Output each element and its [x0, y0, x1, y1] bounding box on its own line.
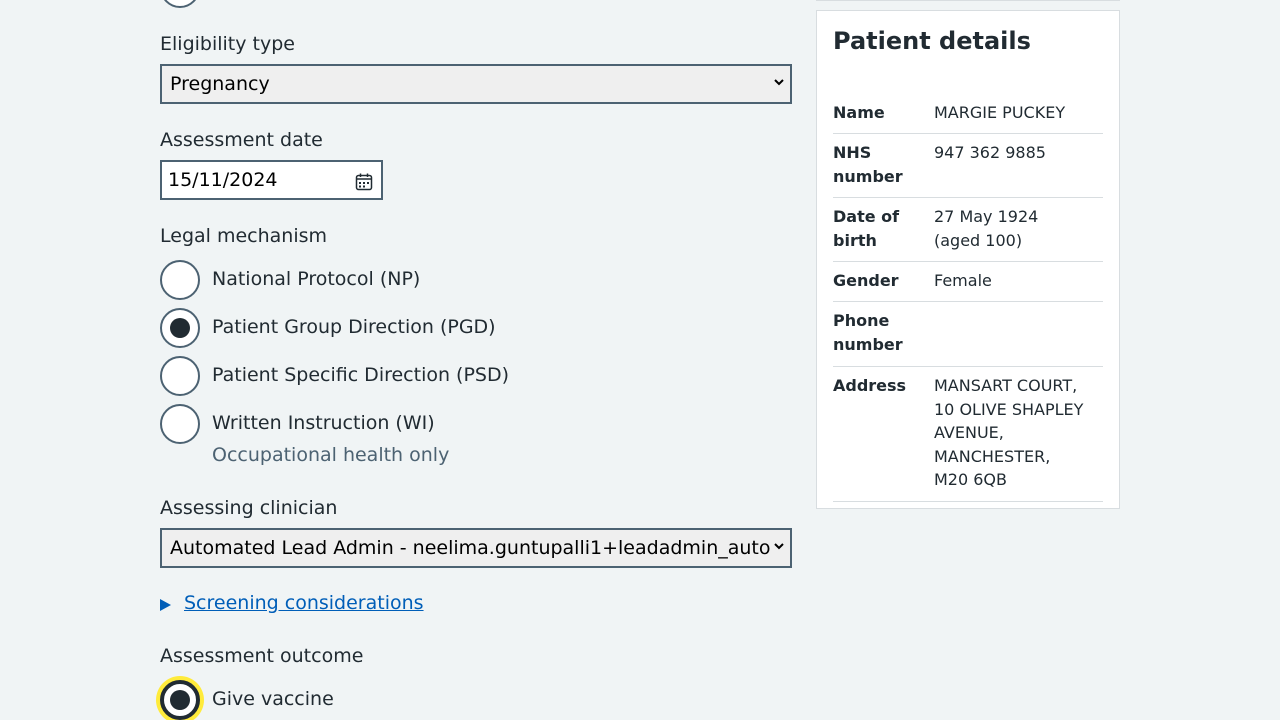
radio-label: National Protocol (NP) [212, 268, 421, 290]
assessing-clinician-value: Automated Lead Admin - neelima.guntupall… [170, 537, 770, 559]
radio-label: Written Instruction (WI) [212, 412, 435, 434]
patient-row-dob: Date of birth 27 May 1924 (aged 100) [833, 198, 1103, 262]
radio-button[interactable] [160, 680, 200, 720]
assessment-date-label: Assessment date [160, 129, 323, 151]
row-value: MARGIE PUCKEY [934, 103, 1066, 122]
patient-row-address: Address MANSART COURT, 10 OLIVE SHAPLEY … [833, 367, 1103, 502]
radio-label: Give vaccine [212, 688, 334, 710]
row-key: Date of birth [833, 207, 900, 250]
chevron-down-icon [774, 543, 784, 550]
row-key: Gender [833, 271, 899, 290]
previous-panel-edge [816, 0, 1120, 1]
radio-button[interactable] [160, 260, 200, 300]
radio-selected-dot [170, 690, 190, 710]
row-value: 947 362 9885 [934, 143, 1046, 162]
row-key: Address [833, 376, 907, 395]
patient-row-gender: Gender Female [833, 262, 1103, 302]
row-value: MANSART COURT, 10 OLIVE SHAPLEY AVENUE, … [934, 376, 1084, 489]
patient-details-list: Name MARGIE PUCKEY NHS number 947 362 98… [833, 89, 1103, 502]
expand-triangle-icon [160, 599, 171, 611]
previous-radio[interactable] [160, 0, 200, 8]
radio-selected-dot [170, 318, 190, 338]
assessment-date-input[interactable]: 15/11/2024 [160, 160, 383, 200]
eligibility-type-value: Pregnancy [170, 73, 270, 95]
radio-label: Patient Group Direction (PGD) [212, 316, 496, 338]
screening-considerations-details[interactable]: Screening considerations [160, 592, 424, 614]
eligibility-type-select[interactable]: Pregnancy [160, 64, 792, 104]
row-key: NHS number [833, 143, 903, 186]
row-value: Female [934, 271, 992, 290]
legal-mechanism-label: Legal mechanism [160, 225, 328, 247]
screening-considerations-link[interactable]: Screening considerations [184, 592, 424, 614]
assessment-date-value: 15/11/2024 [168, 169, 278, 191]
wi-hint: Occupational health only [212, 444, 450, 466]
row-value: 27 May 1924 (aged 100) [934, 207, 1039, 250]
patient-row-phone: Phone number [833, 302, 1103, 367]
calendar-icon[interactable] [355, 173, 373, 191]
patient-details-panel: Patient details Name MARGIE PUCKEY NHS n… [816, 10, 1120, 509]
patient-details-title: Patient details [833, 27, 1031, 55]
chevron-down-icon [774, 79, 784, 86]
patient-row-name: Name MARGIE PUCKEY [833, 89, 1103, 134]
radio-label: Patient Specific Direction (PSD) [212, 364, 510, 386]
assessment-outcome-label: Assessment outcome [160, 645, 364, 667]
radio-button[interactable] [160, 404, 200, 444]
row-value [934, 309, 1103, 366]
assessing-clinician-label: Assessing clinician [160, 497, 338, 519]
patient-row-nhs-number: NHS number 947 362 9885 [833, 134, 1103, 198]
row-key: Phone number [833, 311, 903, 354]
radio-button[interactable] [160, 308, 200, 348]
eligibility-type-label: Eligibility type [160, 33, 295, 55]
row-key: Name [833, 103, 885, 122]
radio-button[interactable] [160, 356, 200, 396]
assessing-clinician-select[interactable]: Automated Lead Admin - neelima.guntupall… [160, 528, 792, 568]
